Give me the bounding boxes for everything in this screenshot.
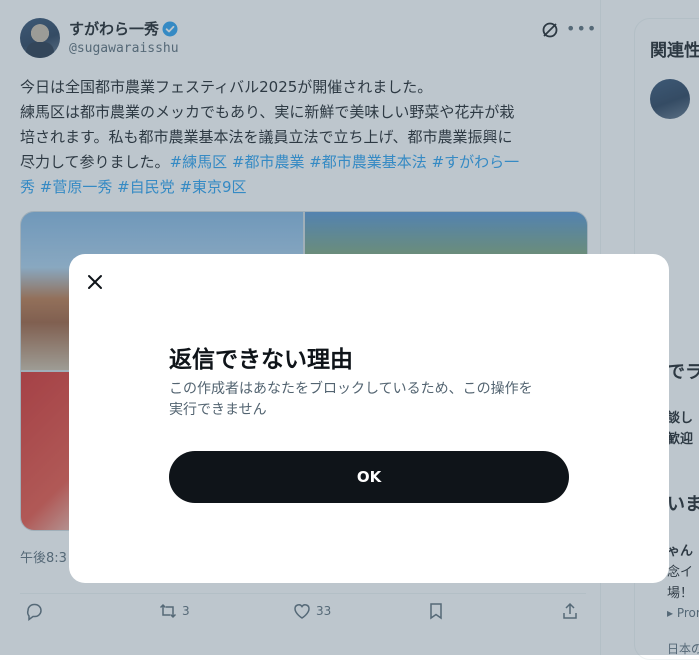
close-button[interactable] [83, 270, 107, 294]
cannot-reply-dialog: 返信できない理由 この作成者はあなたをブロックしているため、この操作を 実行でき… [69, 254, 669, 583]
dialog-title: 返信できない理由 [169, 347, 353, 373]
dialog-message: この作成者はあなたをブロックしているため、この操作を 実行できません [169, 379, 569, 421]
close-icon [88, 275, 102, 289]
ok-button[interactable]: OK [169, 451, 569, 503]
dialog-message-line1: この作成者はあなたをブロックしているため、この操作を [169, 381, 533, 397]
dialog-message-line2: 実行できません [169, 402, 267, 418]
